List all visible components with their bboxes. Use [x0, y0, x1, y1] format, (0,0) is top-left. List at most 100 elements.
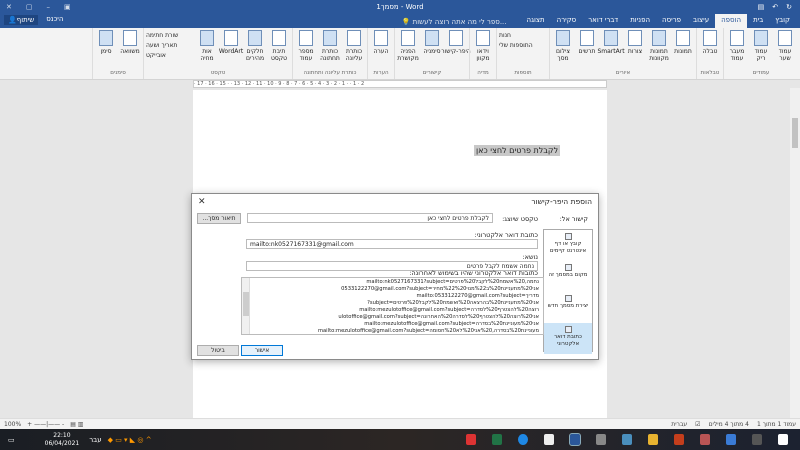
recent-emails-list[interactable]: mailto:nk0527167331?subject=נחמה,%20אשמח… [241, 277, 544, 335]
ok-button[interactable]: אישור [241, 345, 283, 356]
task-view-icon[interactable] [752, 434, 762, 445]
tab-design[interactable]: עיצוב [687, 14, 715, 28]
ribbon-button[interactable]: סימן [95, 28, 117, 70]
ribbon-button[interactable]: תיבת טקסט [268, 28, 290, 70]
ribbon-button[interactable]: צילום מסך [552, 28, 574, 70]
powerpoint-icon[interactable] [674, 434, 684, 445]
tab-file[interactable]: קובץ [769, 14, 796, 28]
clock[interactable]: 22:10 06/04/2021 [45, 432, 80, 448]
email-label: כתובת דואר אלקטרוני: [474, 231, 538, 239]
tab-insert[interactable]: הוספה [715, 14, 748, 28]
share-button[interactable]: 👤שיתוף [4, 15, 39, 25]
ribbon-button[interactable]: חלקים מהירים [244, 28, 266, 70]
paint-icon[interactable] [700, 434, 710, 445]
list-item[interactable]: ulotoffice@gmail.com?subject=אני%20רוצה%… [252, 314, 539, 321]
list-item[interactable]: mailto:mezulotoffice@gmail.com?subject=א… [252, 321, 539, 328]
zoom-level[interactable]: 100% [4, 421, 21, 428]
camera-icon[interactable] [596, 434, 606, 445]
file-icon[interactable] [544, 434, 554, 445]
minimize-icon[interactable]: – [47, 3, 51, 11]
list-item[interactable]: mailto:nk0527167331?subject=נחמה,%20אשמח… [252, 279, 539, 286]
ribbon-button[interactable]: SmartArt [597, 28, 625, 70]
link-option-existing-file[interactable]: קובץ או דף אינטרנט קיימים [544, 230, 592, 261]
print-layout-icon[interactable]: ▤ ▥ [70, 421, 83, 428]
ribbon-button[interactable]: כותרת תחתונה [319, 28, 341, 70]
sign-in-link[interactable]: היכנס [46, 15, 63, 25]
tab-review[interactable]: סקירה [551, 14, 583, 28]
start-icon[interactable] [778, 434, 788, 445]
cancel-button[interactable]: ביטול [197, 345, 239, 356]
ribbon-button-icon [676, 30, 690, 46]
ribbon-button[interactable]: תמונות מקוונות [648, 28, 670, 70]
ribbon-button[interactable]: עמוד שער [774, 28, 796, 70]
email-address-input[interactable]: mailto:nk0527167331@gmail.com [246, 239, 538, 249]
link-option-new-document[interactable]: יצירת מסמך חדש [544, 292, 592, 323]
close-icon[interactable]: ✕ [198, 197, 206, 207]
tab-references[interactable]: הפניות [624, 14, 656, 28]
ribbon-button[interactable]: WordArt [219, 28, 243, 70]
list-item[interactable]: ?subject=אני%20מתעניינת%20בהרצאה%20ואשמח… [252, 300, 539, 307]
display-text-input[interactable]: לקבלת פרטים לחצי כאן [247, 213, 493, 223]
list-item[interactable]: mailto:mezulotoffice@gmail.com?subject=ר… [252, 307, 539, 314]
close-icon[interactable]: ✕ [6, 3, 12, 11]
scroll-thumb[interactable] [792, 118, 798, 148]
list-item[interactable]: 0533122270@gmail.com?subject=אני%20מתעני… [252, 286, 539, 293]
excel-icon[interactable] [492, 434, 502, 445]
ribbon-button[interactable]: עמוד ריק [750, 28, 772, 70]
ribbon-button[interactable]: משוואה [119, 28, 141, 70]
save-icon[interactable]: ▤ [758, 3, 765, 11]
ribbon-button[interactable]: תרשים [576, 28, 598, 70]
tab-mailings[interactable]: דברי דואר [582, 14, 624, 28]
chrome-icon[interactable] [466, 434, 476, 445]
link-option-email-address[interactable]: כתובת דואר אלקטרוני [544, 323, 592, 354]
tab-home[interactable]: בית [747, 14, 769, 28]
scroll-thumb[interactable] [243, 292, 249, 316]
tell-me-search[interactable]: 💡 ספר לי מה אתה רוצה לעשות... [398, 16, 511, 28]
undo-icon[interactable]: ↶ [772, 3, 778, 11]
ribbon-small-button[interactable]: חנות [499, 32, 547, 39]
ribbon-small-button[interactable]: אובייקט [146, 52, 194, 59]
notifications-icon[interactable]: ▭ [8, 436, 15, 444]
language[interactable]: עברית [671, 421, 687, 428]
ribbon-button[interactable]: היפר-קישור [441, 28, 471, 70]
word-count[interactable]: 4 מתוך 4 מילים [709, 421, 749, 428]
ribbon-small-button[interactable]: תאריך ושעה [146, 42, 194, 49]
file-explorer-icon[interactable] [648, 434, 658, 445]
document-text-selected[interactable]: לקבלת פרטים לחצי כאן [474, 145, 561, 156]
ribbon-button[interactable]: וידאו מקוון [472, 28, 494, 70]
redo-icon[interactable]: ↻ [786, 3, 792, 11]
link-option-place-in-document[interactable]: מקום במסמך זה [544, 261, 592, 292]
ribbon-button[interactable]: סימניה [421, 28, 443, 70]
page-count[interactable]: עמוד 1 מתוך 1 [757, 421, 796, 428]
ribbon-button[interactable]: אות מחיה [196, 28, 218, 70]
tab-layout[interactable]: פריסה [656, 14, 687, 28]
vertical-scrollbar[interactable] [790, 88, 800, 418]
screentip-button[interactable]: תיאור מסך... [197, 213, 241, 224]
ribbon-button[interactable]: הערה [370, 28, 392, 70]
word-icon[interactable] [569, 433, 581, 446]
list-item[interactable]: mailto:0533122270@gmail.com?subject=מדרי… [252, 293, 539, 300]
ribbon-small-button[interactable]: התוספות שלי [499, 42, 547, 49]
input-language[interactable]: עבר [89, 436, 101, 444]
tray-icons[interactable]: ◆ ▭ ▾ ◣ ◎ ^ [108, 436, 152, 444]
tab-view[interactable]: תצוגה [521, 14, 551, 28]
calculator-icon[interactable] [726, 434, 736, 445]
list-item[interactable]: mailto:mezulotoffice@gmail.com?subject=מ… [252, 328, 539, 334]
recent-list-scrollbar[interactable] [242, 278, 250, 334]
zoom-slider[interactable]: + ——|—— - [27, 421, 64, 428]
app-icon[interactable] [622, 434, 632, 445]
ribbon-button[interactable]: מעבר עמוד [726, 28, 748, 70]
maximize-icon[interactable]: ▢ [26, 3, 33, 11]
ribbon-button[interactable]: מספר עמוד [295, 28, 317, 70]
ribbon-button[interactable]: כותרת עליונה [343, 28, 365, 70]
ribbon-button[interactable]: תמונות [672, 28, 694, 70]
ribbon-button-label: כותרת תחתונה [320, 48, 340, 62]
ribbon-display-icon[interactable]: ▣ [64, 3, 71, 11]
ribbon-small-button[interactable]: שורת חתימה [146, 32, 194, 39]
help-icon[interactable] [518, 434, 528, 445]
ribbon-button[interactable]: הפניה מקושרת [397, 28, 419, 70]
ribbon-button[interactable]: טבלה [699, 28, 721, 70]
ribbon-button[interactable]: צורות [624, 28, 646, 70]
email-icon [564, 326, 572, 333]
proofing-icon[interactable]: ☑ [695, 421, 700, 428]
